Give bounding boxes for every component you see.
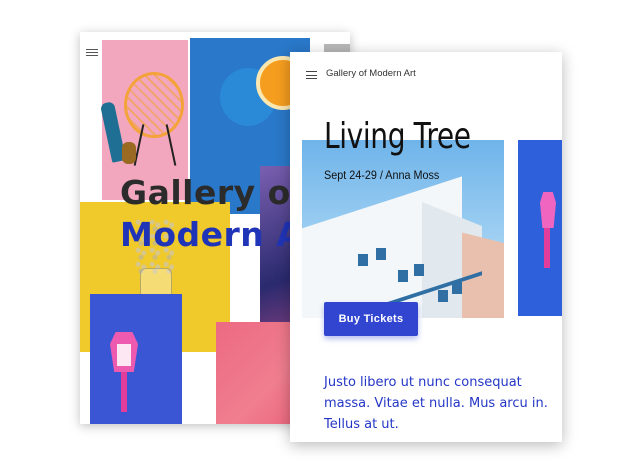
window-image [438, 290, 448, 302]
gallery-title: Gallery o Modern A [120, 172, 302, 256]
window-image [358, 254, 368, 266]
hamburger-menu-icon[interactable] [86, 49, 98, 57]
hamburger-menu-icon[interactable] [306, 71, 317, 79]
window-image [414, 264, 424, 276]
exhibition-title: Living Tree [324, 116, 471, 157]
pink-lamp-image [540, 192, 556, 228]
lamp-photo-tile [90, 294, 182, 424]
window-image [376, 248, 386, 260]
exhibition-dates: Sept 24-29 / Anna Moss [324, 168, 440, 182]
lamp-glass-image [117, 344, 131, 366]
pineapple-image [122, 142, 136, 164]
exhibition-description: Justo libero ut nunc consequat massa. Vi… [324, 375, 548, 432]
pink-lamp-post-image [544, 228, 550, 268]
exhibition-detail-screen: Gallery of Modern Art Living Tree Sept 2… [290, 52, 562, 442]
side-lamp-image [518, 140, 562, 316]
window-image [398, 270, 408, 282]
site-brand[interactable]: Gallery of Modern Art [326, 68, 416, 79]
chair-image [124, 72, 184, 138]
gallery-title-line2: Modern A [120, 215, 303, 254]
buy-tickets-button[interactable]: Buy Tickets [324, 302, 418, 336]
gallery-title-line1: Gallery o [120, 173, 291, 212]
exhibition-hero-image [302, 140, 504, 318]
